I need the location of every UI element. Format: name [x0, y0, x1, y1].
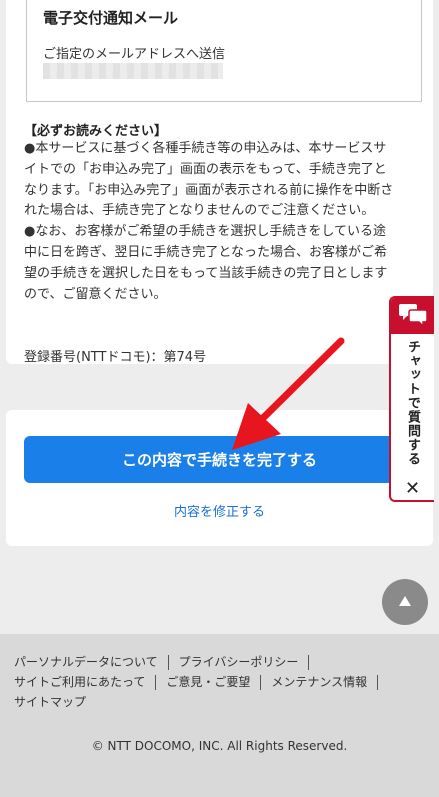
- complete-procedure-button[interactable]: この内容で手続きを完了する: [24, 436, 415, 483]
- copyright: © NTT DOCOMO, INC. All Rights Reserved.: [91, 739, 348, 753]
- feedback-link[interactable]: ご意見・ご要望: [166, 672, 250, 692]
- site-terms-link[interactable]: サイトご利用にあたって: [14, 672, 145, 692]
- notice-paragraph-1: ●本サービスに基づく各種手続き等の申込みは、本サービスサイトでの「お申込み完了」…: [24, 141, 394, 219]
- personal-data-link[interactable]: パーソナルデータについて: [14, 652, 158, 672]
- email-notice-box: 電子交付通知メール ご指定のメールアドレスへ送信: [26, 0, 422, 102]
- email-notice-description: ご指定のメールアドレスへ送信: [43, 47, 226, 62]
- email-notice-title: 電子交付通知メール: [43, 9, 179, 27]
- chat-label: チャットで質問する: [405, 340, 420, 466]
- close-icon[interactable]: ✕: [391, 476, 434, 500]
- footer: パーソナルデータについて プライバシーポリシー サイトご利用にあたって ご意見・…: [0, 634, 439, 797]
- triangle-up-icon: [398, 595, 412, 610]
- footer-row-1: パーソナルデータについて プライバシーポリシー: [14, 652, 434, 672]
- registration-number: 登録番号(NTTドコモ)：第74号: [24, 350, 207, 365]
- footer-separator: [167, 654, 169, 670]
- footer-separator: [377, 674, 379, 690]
- footer-row-2: サイトご利用にあたって ご意見・ご要望 メンテナンス情報: [14, 672, 434, 692]
- action-card: この内容で手続きを完了する 内容を修正する: [6, 410, 433, 546]
- chat-bubbles-icon: [398, 302, 428, 330]
- modify-content-link[interactable]: 内容を修正する: [6, 501, 433, 520]
- masked-email-address: [43, 63, 223, 79]
- important-notice-text: ●本サービスに基づく各種手続き等の申込みは、本サービスサイトでの「お申込み完了」…: [24, 139, 396, 305]
- footer-links: パーソナルデータについて プライバシーポリシー サイトご利用にあたって ご意見・…: [14, 652, 434, 712]
- chat-support-tab[interactable]: チャットで質問する ✕: [389, 296, 434, 502]
- maintenance-link[interactable]: メンテナンス情報: [271, 672, 367, 692]
- application-summary-card: 電子交付通知メール ご指定のメールアドレスへ送信 【必ずお読みください】 ●本サ…: [6, 0, 433, 365]
- footer-separator: [260, 674, 262, 690]
- chat-icon-area: [391, 298, 434, 334]
- page: 電子交付通知メール ご指定のメールアドレスへ送信 【必ずお読みください】 ●本サ…: [0, 0, 439, 797]
- footer-separator: [155, 674, 157, 690]
- important-notice-heading: 【必ずお読みください】: [24, 124, 168, 139]
- footer-separator: [308, 654, 310, 670]
- scroll-top-button[interactable]: [382, 579, 428, 625]
- sitemap-link[interactable]: サイトマップ: [14, 692, 86, 712]
- privacy-policy-link[interactable]: プライバシーポリシー: [179, 652, 299, 672]
- notice-paragraph-2: ●なお、お客様がご希望の手続きを選択し手続きをしている途中に日を跨ぎ、翌日に手続…: [24, 224, 388, 302]
- footer-row-3: サイトマップ: [14, 692, 434, 712]
